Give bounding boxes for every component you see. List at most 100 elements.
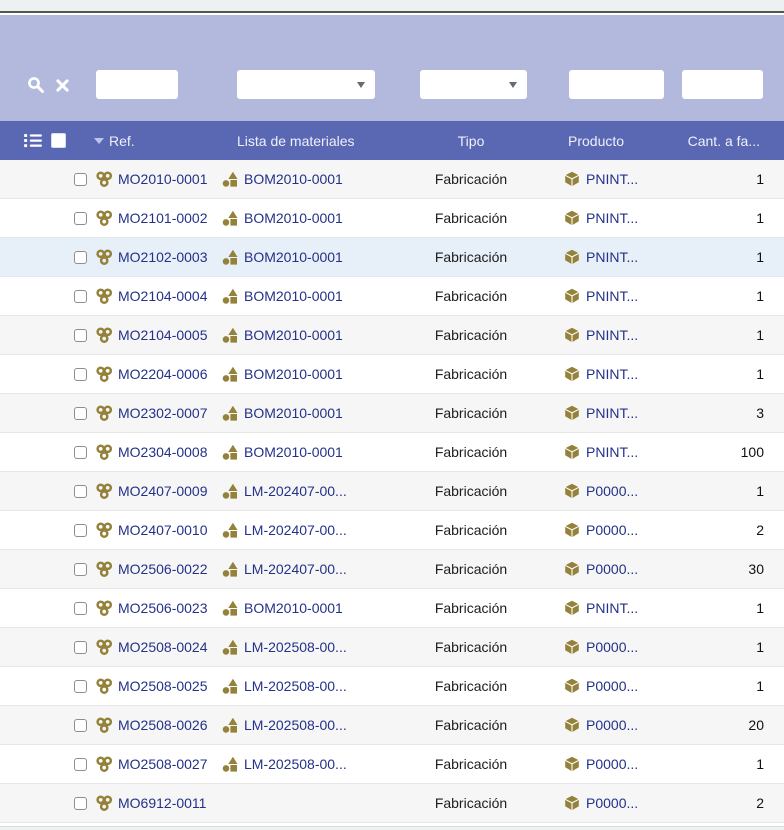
bom-icon bbox=[222, 717, 238, 733]
row-checkbox[interactable] bbox=[74, 407, 87, 420]
row-checkbox[interactable] bbox=[74, 485, 87, 498]
product-ref-link[interactable]: P0000... bbox=[586, 483, 638, 499]
column-header-bom[interactable]: Lista de materiales bbox=[237, 121, 355, 160]
mo-ref-link[interactable]: MO2407-0009 bbox=[118, 483, 208, 499]
bom-ref-link[interactable]: BOM2010-0001 bbox=[244, 366, 343, 382]
product-ref-link[interactable]: P0000... bbox=[586, 717, 638, 733]
bom-ref-link[interactable]: BOM2010-0001 bbox=[244, 249, 343, 265]
row-checkbox[interactable] bbox=[74, 524, 87, 537]
bom-ref-link[interactable]: BOM2010-0001 bbox=[244, 444, 343, 460]
mo-ref-link[interactable]: MO2506-0022 bbox=[118, 561, 208, 577]
column-header-producto[interactable]: Producto bbox=[568, 121, 624, 160]
row-checkbox[interactable] bbox=[74, 602, 87, 615]
type-cell: Fabricación bbox=[415, 511, 527, 549]
row-checkbox[interactable] bbox=[74, 173, 87, 186]
product-ref-link[interactable]: P0000... bbox=[586, 756, 638, 772]
filter-producto-input[interactable] bbox=[569, 70, 664, 99]
filter-bom-select[interactable] bbox=[237, 70, 375, 99]
bom-ref-link[interactable]: LM-202407-00... bbox=[244, 483, 347, 499]
table-row: MO2508-0026 LM-202508-00... Fabricación … bbox=[0, 706, 784, 745]
table-row: MO2102-0003 BOM2010-0001 Fabricación PNI… bbox=[0, 238, 784, 277]
mo-ref-link[interactable]: MO2101-0002 bbox=[118, 210, 208, 226]
mo-ref-link[interactable]: MO2010-0001 bbox=[118, 171, 208, 187]
bom-ref-link[interactable]: BOM2010-0001 bbox=[244, 600, 343, 616]
mo-ref-link[interactable]: MO2508-0026 bbox=[118, 717, 208, 733]
row-checkbox[interactable] bbox=[74, 251, 87, 264]
product-ref-link[interactable]: PNINT... bbox=[586, 444, 638, 460]
bom-ref-link[interactable]: LM-202407-00... bbox=[244, 561, 347, 577]
filter-ref-input[interactable] bbox=[96, 70, 178, 99]
bom-icon bbox=[222, 366, 238, 382]
mo-ref-link[interactable]: MO2104-0005 bbox=[118, 327, 208, 343]
qty-cell: 1 bbox=[654, 238, 764, 276]
product-ref-link[interactable]: P0000... bbox=[586, 522, 638, 538]
bom-ref-link[interactable]: LM-202508-00... bbox=[244, 639, 347, 655]
bom-ref-link[interactable]: BOM2010-0001 bbox=[244, 171, 343, 187]
mo-ref-link[interactable]: MO2508-0027 bbox=[118, 756, 208, 772]
column-header-tipo[interactable]: Tipo bbox=[415, 121, 527, 160]
bom-ref-link[interactable]: LM-202407-00... bbox=[244, 522, 347, 538]
row-checkbox[interactable] bbox=[74, 797, 87, 810]
product-ref-link[interactable]: PNINT... bbox=[586, 288, 638, 304]
row-checkbox[interactable] bbox=[74, 212, 87, 225]
product-cube-icon bbox=[564, 600, 580, 616]
column-header-cantidad[interactable]: Cant. a fa... bbox=[688, 121, 760, 160]
product-ref-link[interactable]: PNINT... bbox=[586, 405, 638, 421]
mo-ref-link[interactable]: MO2204-0006 bbox=[118, 366, 208, 382]
row-checkbox[interactable] bbox=[74, 446, 87, 459]
bom-ref-link[interactable]: LM-202508-00... bbox=[244, 678, 347, 694]
mo-ref-link[interactable]: MO2506-0023 bbox=[118, 600, 208, 616]
qty-cell: 1 bbox=[654, 472, 764, 510]
filter-tipo-select[interactable] bbox=[420, 70, 527, 99]
search-icon[interactable] bbox=[25, 74, 47, 96]
manufacturing-order-icon bbox=[96, 600, 112, 616]
row-checkbox[interactable] bbox=[74, 719, 87, 732]
bottom-page-strip bbox=[0, 823, 784, 830]
select-all-checkbox[interactable] bbox=[51, 121, 67, 160]
bom-ref-link[interactable]: BOM2010-0001 bbox=[244, 327, 343, 343]
product-ref-link[interactable]: P0000... bbox=[586, 795, 638, 811]
product-ref-link[interactable]: P0000... bbox=[586, 678, 638, 694]
bom-ref-link[interactable]: LM-202508-00... bbox=[244, 717, 347, 733]
row-checkbox[interactable] bbox=[74, 329, 87, 342]
manufacturing-orders-list-page: Ref. Lista de materiales Tipo Producto C… bbox=[0, 0, 784, 830]
mo-ref-link[interactable]: MO6912-0011 bbox=[118, 795, 206, 811]
bom-ref-link[interactable]: BOM2010-0001 bbox=[244, 210, 343, 226]
product-ref-link[interactable]: PNINT... bbox=[586, 171, 638, 187]
mo-ref-link[interactable]: MO2302-0007 bbox=[118, 405, 208, 421]
qty-cell: 1 bbox=[654, 316, 764, 354]
bom-ref-link[interactable]: BOM2010-0001 bbox=[244, 288, 343, 304]
bom-ref-link[interactable]: LM-202508-00... bbox=[244, 756, 347, 772]
product-ref-link[interactable]: PNINT... bbox=[586, 249, 638, 265]
table-row: MO2010-0001 BOM2010-0001 Fabricación PNI… bbox=[0, 160, 784, 199]
list-view-icon[interactable] bbox=[24, 121, 44, 160]
row-checkbox[interactable] bbox=[74, 290, 87, 303]
column-header-ref[interactable]: Ref. bbox=[94, 121, 135, 160]
bom-icon bbox=[222, 483, 238, 499]
row-checkbox[interactable] bbox=[74, 680, 87, 693]
mo-ref-link[interactable]: MO2104-0004 bbox=[118, 288, 208, 304]
product-ref-link[interactable]: PNINT... bbox=[586, 600, 638, 616]
product-ref-link[interactable]: PNINT... bbox=[586, 366, 638, 382]
mo-ref-link[interactable]: MO2508-0024 bbox=[118, 639, 208, 655]
mo-ref-link[interactable]: MO2508-0025 bbox=[118, 678, 208, 694]
mo-ref-link[interactable]: MO2407-0010 bbox=[118, 522, 208, 538]
row-checkbox[interactable] bbox=[74, 563, 87, 576]
table-row: MO2104-0004 BOM2010-0001 Fabricación PNI… bbox=[0, 277, 784, 316]
product-ref-link[interactable]: P0000... bbox=[586, 561, 638, 577]
row-checkbox[interactable] bbox=[74, 368, 87, 381]
mo-ref-link[interactable]: MO2304-0008 bbox=[118, 444, 208, 460]
product-cube-icon bbox=[564, 522, 580, 538]
table-row: MO2506-0022 LM-202407-00... Fabricación … bbox=[0, 550, 784, 589]
product-ref-link[interactable]: P0000... bbox=[586, 639, 638, 655]
product-ref-link[interactable]: PNINT... bbox=[586, 210, 638, 226]
bom-ref-link[interactable]: BOM2010-0001 bbox=[244, 405, 343, 421]
row-checkbox[interactable] bbox=[74, 641, 87, 654]
table-row: MO2508-0024 LM-202508-00... Fabricación … bbox=[0, 628, 784, 667]
qty-cell: 3 bbox=[654, 394, 764, 432]
product-ref-link[interactable]: PNINT... bbox=[586, 327, 638, 343]
row-checkbox[interactable] bbox=[74, 758, 87, 771]
clear-filters-icon[interactable] bbox=[51, 74, 73, 96]
mo-ref-link[interactable]: MO2102-0003 bbox=[118, 249, 208, 265]
filter-cantidad-input[interactable] bbox=[682, 70, 763, 99]
